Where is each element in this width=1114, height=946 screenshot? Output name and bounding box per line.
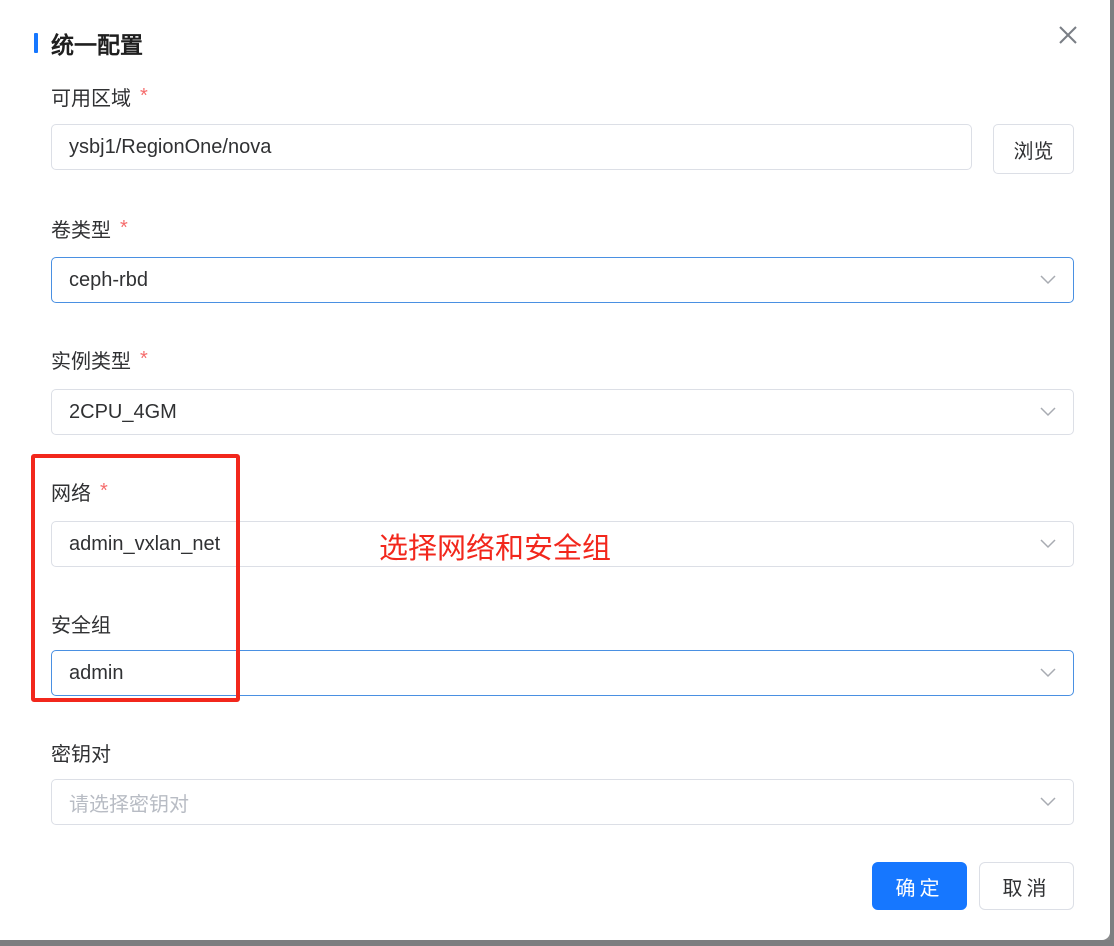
- backdrop-bottom: [0, 940, 1114, 946]
- dialog-title-bar: 统一配置: [34, 30, 143, 58]
- chevron-down-icon: [1040, 797, 1056, 807]
- annotation-highlight-box: [31, 454, 240, 702]
- chevron-down-icon: [1040, 668, 1056, 678]
- zone-label-text: 可用区域: [51, 88, 131, 110]
- chevron-down-icon: [1040, 275, 1056, 285]
- zone-value: ysbj1/RegionOne/nova: [69, 135, 272, 158]
- required-mark: *: [140, 85, 148, 107]
- volume-type-select[interactable]: ceph-rbd: [51, 257, 1074, 303]
- instance-type-value: 2CPU_4GM: [69, 400, 177, 423]
- annotation-text: 选择网络和安全组: [379, 533, 612, 565]
- dialog-title: 统一配置: [51, 32, 143, 58]
- browse-button[interactable]: 浏览: [993, 124, 1074, 174]
- volume-type-label: 卷类型 *: [51, 214, 128, 243]
- volume-type-value: ceph-rbd: [69, 268, 148, 291]
- backdrop-edge: [1110, 0, 1114, 946]
- keypair-placeholder: 请选择密钥对: [69, 793, 189, 816]
- keypair-select[interactable]: 请选择密钥对: [51, 779, 1074, 825]
- zone-input[interactable]: ysbj1/RegionOne/nova: [51, 124, 972, 170]
- required-mark: *: [140, 348, 148, 370]
- instance-type-label: 实例类型 *: [51, 345, 148, 374]
- instance-type-label-text: 实例类型: [51, 351, 131, 373]
- instance-type-select[interactable]: 2CPU_4GM: [51, 389, 1074, 435]
- chevron-down-icon: [1040, 407, 1056, 417]
- title-accent-bar: [34, 33, 38, 53]
- keypair-label: 密钥对: [51, 738, 111, 767]
- chevron-down-icon: [1040, 539, 1056, 549]
- keypair-label-text: 密钥对: [51, 744, 111, 766]
- confirm-button[interactable]: 确定: [872, 862, 967, 910]
- config-dialog: 统一配置 可用区域 * ysbj1/RegionOne/nova 浏览 卷类型 …: [0, 0, 1110, 940]
- zone-label: 可用区域 *: [51, 82, 148, 111]
- volume-type-label-text: 卷类型: [51, 220, 111, 242]
- cancel-button[interactable]: 取消: [979, 862, 1074, 910]
- close-icon[interactable]: [1054, 21, 1082, 49]
- required-mark: *: [120, 217, 128, 239]
